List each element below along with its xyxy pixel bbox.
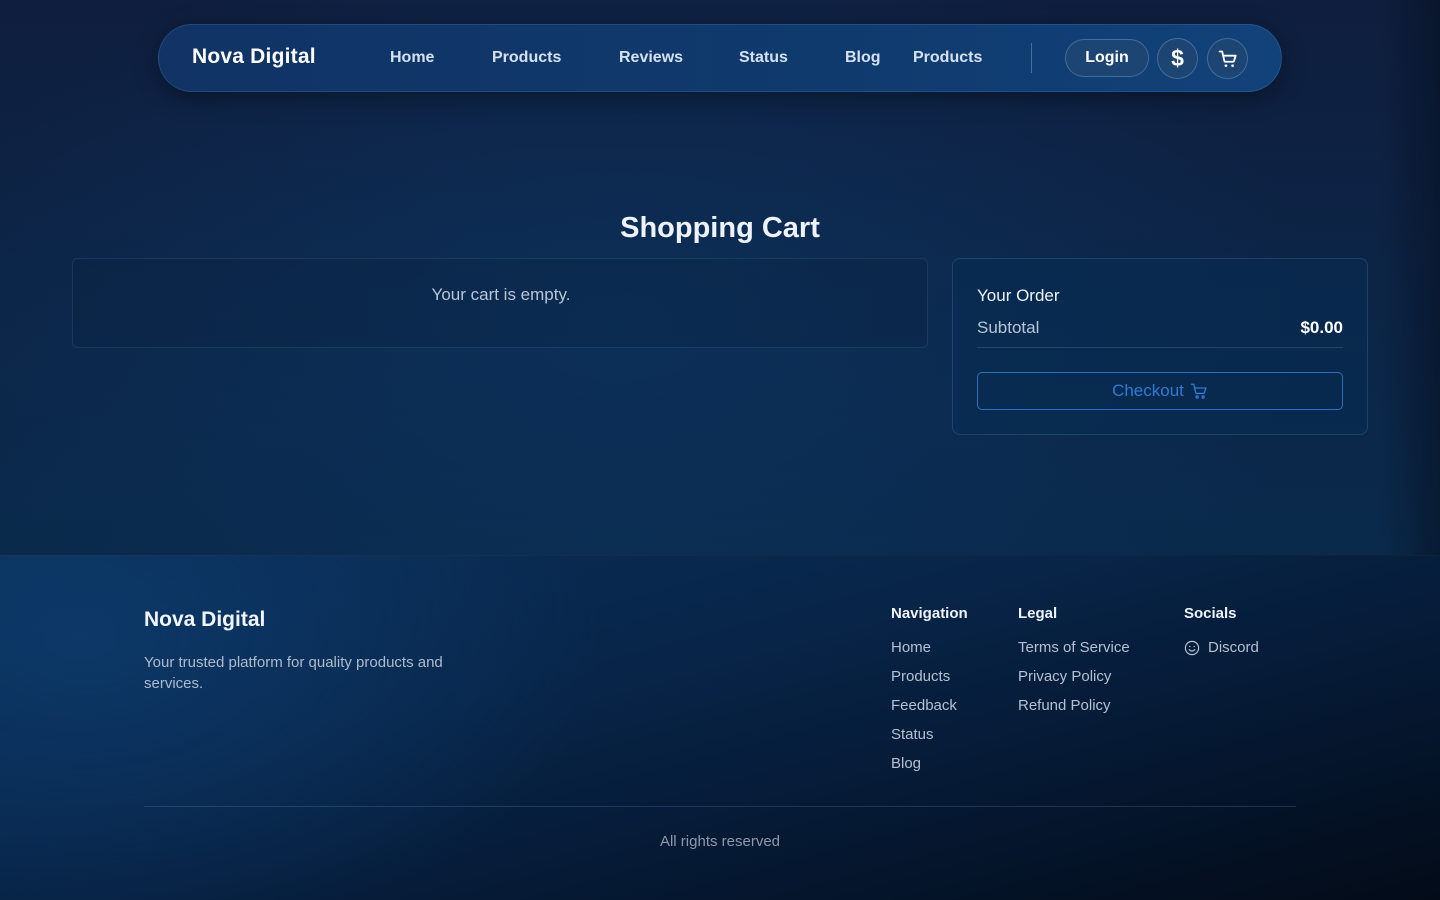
footer-brand: Nova Digital: [144, 608, 266, 631]
subtotal-label: Subtotal: [977, 318, 1040, 337]
nav-link-status[interactable]: Status: [739, 49, 788, 67]
page-title: Shopping Cart: [620, 212, 820, 244]
footer-link-blog[interactable]: Blog: [891, 755, 921, 772]
nav-link-products-2[interactable]: Products: [913, 49, 982, 67]
footer-tagline: Your trusted platform for quality produc…: [144, 654, 443, 692]
order-summary-title: Your Order: [977, 286, 1060, 305]
footer-link-feedback[interactable]: Feedback: [891, 697, 957, 714]
main-area: Nova Digital Home Products Reviews Statu…: [0, 0, 1440, 555]
currency-button[interactable]: $: [1157, 38, 1198, 79]
discord-label: Discord: [1208, 639, 1259, 656]
footer-link-privacy[interactable]: Privacy Policy: [1018, 668, 1111, 685]
nav-link-home[interactable]: Home: [390, 49, 434, 67]
site-footer: Nova Digital Your trusted platform for q…: [0, 555, 1440, 900]
footer-link-terms[interactable]: Terms of Service: [1018, 639, 1130, 656]
footer-link-refund[interactable]: Refund Policy: [1018, 697, 1111, 714]
footer-legal-title: Legal: [1018, 605, 1058, 622]
cart-button[interactable]: [1207, 38, 1248, 79]
cart-icon: [1190, 383, 1207, 399]
dollar-icon: $: [1171, 45, 1184, 71]
checkout-button[interactable]: Checkout: [977, 372, 1343, 410]
nav-divider: [1031, 43, 1032, 73]
nav-link-blog[interactable]: Blog: [845, 49, 881, 67]
footer-navigation-title: Navigation: [891, 605, 968, 622]
copyright-text: All rights reserved: [659, 833, 781, 850]
footer-link-status[interactable]: Status: [891, 726, 934, 743]
top-navbar: Nova Digital Home Products Reviews Statu…: [158, 24, 1282, 92]
order-divider: [977, 347, 1343, 348]
brand-logo[interactable]: Nova Digital: [192, 45, 316, 69]
discord-icon: [1184, 640, 1200, 655]
footer-link-products[interactable]: Products: [891, 668, 950, 685]
nav-link-products[interactable]: Products: [492, 49, 561, 67]
login-button[interactable]: Login: [1065, 39, 1149, 77]
nav-link-reviews[interactable]: Reviews: [619, 49, 683, 67]
order-summary-panel: Your Order Subtotal $0.00 Checkout: [952, 258, 1368, 435]
cart-items-panel: Your cart is empty.: [72, 258, 928, 348]
footer-link-home[interactable]: Home: [891, 639, 931, 656]
empty-cart-message: Your cart is empty.: [431, 285, 571, 304]
footer-socials-title: Socials: [1184, 605, 1237, 622]
cart-icon: [1218, 50, 1237, 67]
subtotal-value: $0.00: [1300, 318, 1343, 337]
footer-divider: [144, 806, 1296, 807]
footer-link-discord[interactable]: Discord: [1184, 639, 1259, 656]
checkout-label: Checkout: [1112, 381, 1184, 400]
